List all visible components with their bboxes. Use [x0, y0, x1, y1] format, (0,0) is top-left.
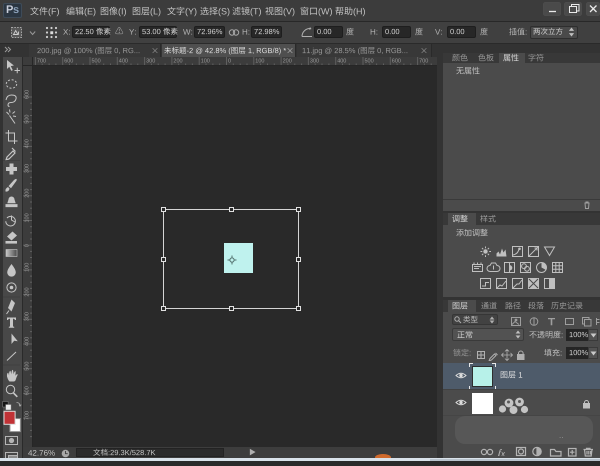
- svg-text:400: 400: [119, 59, 128, 65]
- svg-text:200: 200: [173, 59, 182, 65]
- svg-text:200: 200: [25, 189, 31, 198]
- svg-text:100: 100: [25, 213, 31, 222]
- svg-text:100: 100: [201, 59, 210, 65]
- svg-text:100: 100: [255, 59, 264, 65]
- svg-text:400: 400: [337, 59, 346, 65]
- svg-text:700: 700: [37, 59, 46, 65]
- svg-text:100: 100: [25, 263, 31, 272]
- svg-text:200: 200: [25, 287, 31, 296]
- svg-text:400: 400: [25, 337, 31, 346]
- svg-text:300: 300: [146, 59, 155, 65]
- svg-text:300: 300: [25, 164, 31, 173]
- svg-text:300: 300: [25, 312, 31, 321]
- svg-text:200: 200: [283, 59, 292, 65]
- svg-text:0: 0: [25, 244, 31, 247]
- svg-text:500: 500: [25, 362, 31, 371]
- svg-text:500: 500: [92, 59, 101, 65]
- svg-text:600: 600: [392, 59, 401, 65]
- svg-text:600: 600: [64, 59, 73, 65]
- svg-text:500: 500: [25, 115, 31, 124]
- svg-text:700: 700: [25, 411, 31, 420]
- svg-text:600: 600: [25, 386, 31, 395]
- svg-text:0: 0: [228, 59, 231, 65]
- svg-text:400: 400: [25, 139, 31, 148]
- svg-text:600: 600: [25, 90, 31, 99]
- svg-text:300: 300: [310, 59, 319, 65]
- svg-text:500: 500: [365, 59, 374, 65]
- svg-text:700: 700: [419, 59, 428, 65]
